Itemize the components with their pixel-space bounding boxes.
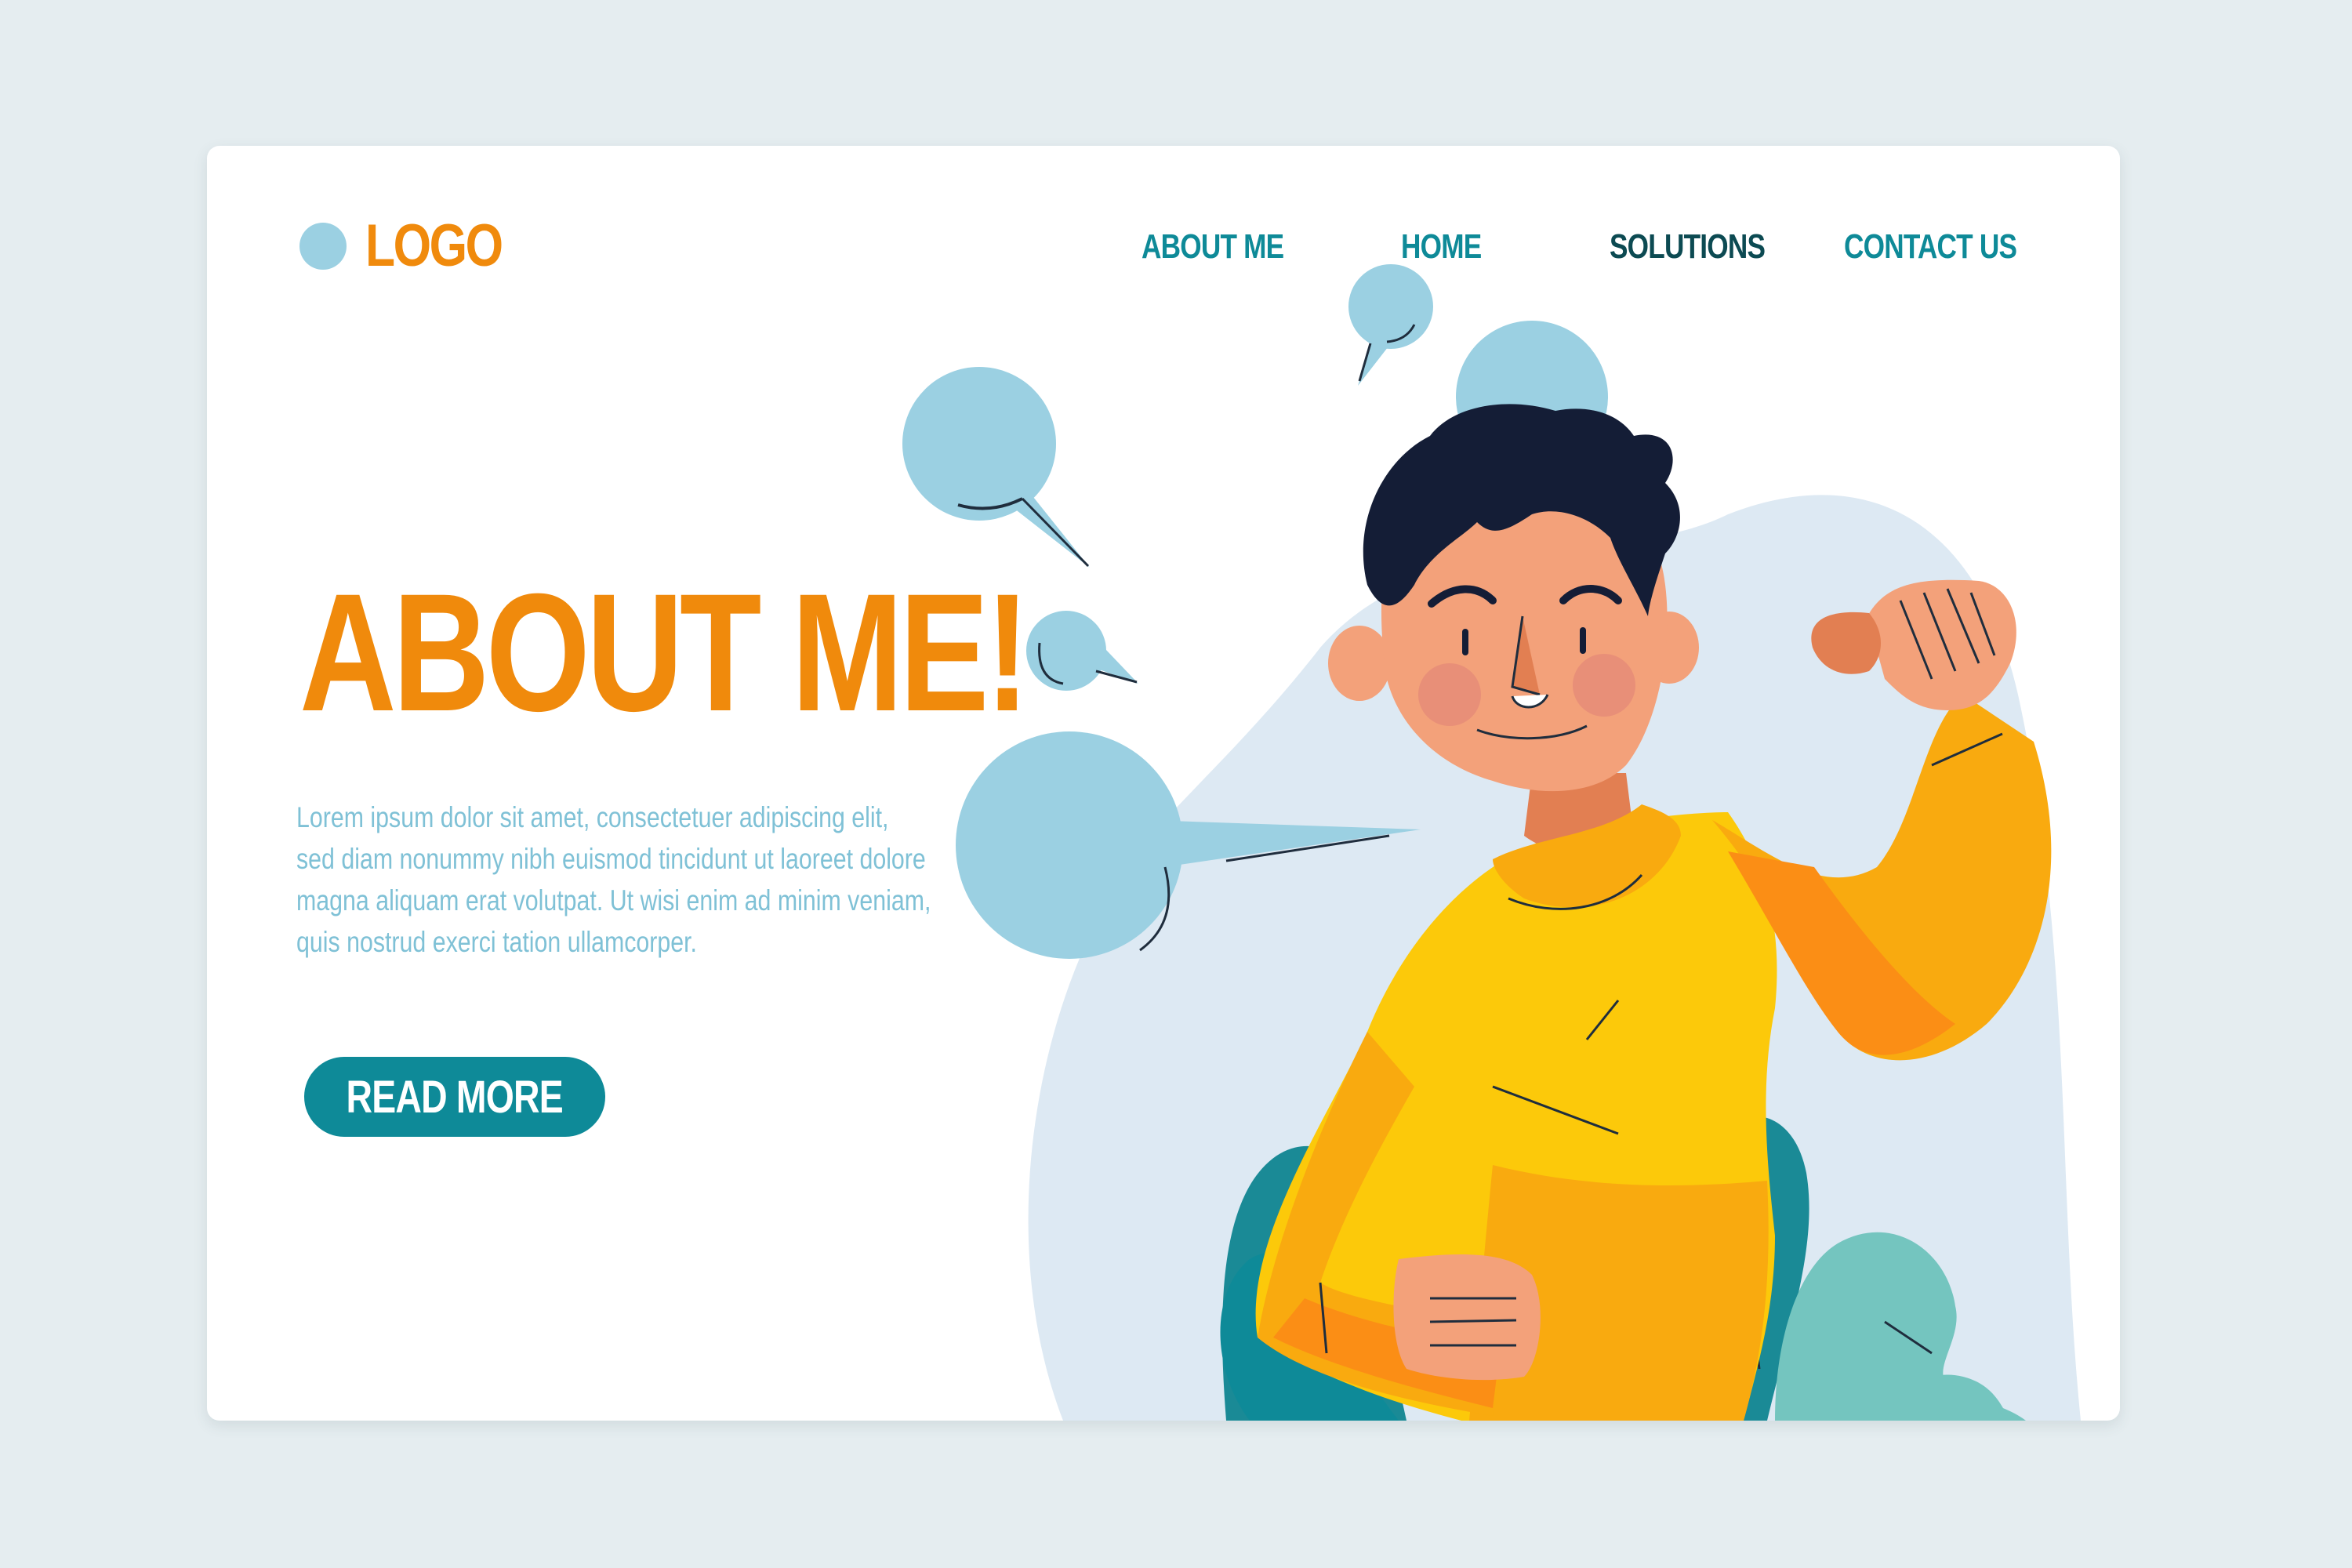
speech-bubble-icon — [1026, 611, 1138, 691]
hero-illustration — [902, 264, 2081, 1421]
speech-bubble-icon — [902, 367, 1090, 568]
speech-bubble-icon — [1348, 264, 1433, 386]
landing-page-card: LOGO ABOUT ME HOME SOLUTIONS CONTACT US … — [207, 146, 2120, 1421]
